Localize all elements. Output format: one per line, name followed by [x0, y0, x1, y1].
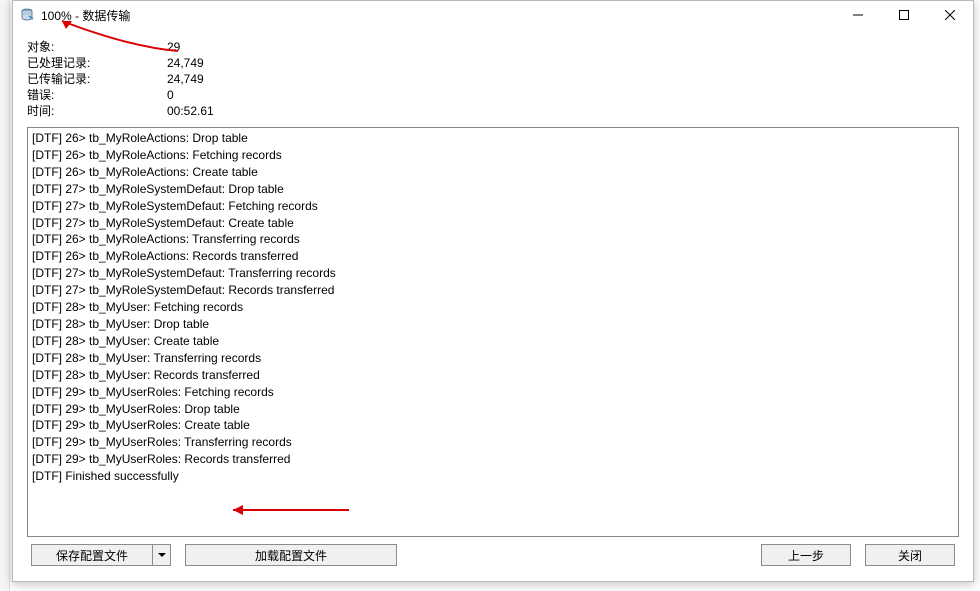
window-title: 100% - 数据传输 — [41, 7, 835, 24]
time-label: 时间: — [27, 103, 167, 119]
load-profile-button[interactable]: 加载配置文件 — [185, 544, 397, 566]
log-line: [DTF] 29> tb_MyUserRoles: Transferring r… — [32, 434, 954, 451]
log-line: [DTF] 28> tb_MyUser: Drop table — [32, 316, 954, 333]
save-profile-dropdown-icon[interactable] — [152, 545, 170, 565]
log-line: [DTF] 27> tb_MyRoleSystemDefaut: Drop ta… — [32, 181, 954, 198]
log-line: [DTF] 26> tb_MyRoleActions: Drop table — [32, 130, 954, 147]
save-profile-button[interactable]: 保存配置文件 — [31, 544, 171, 566]
window-controls — [835, 1, 973, 29]
stats-row-time: 时间: 00:52.61 — [27, 103, 959, 119]
stats-row-transferred: 已传输记录: 24,749 — [27, 71, 959, 87]
log-line: [DTF] 27> tb_MyRoleSystemDefaut: Records… — [32, 282, 954, 299]
transferred-value: 24,749 — [167, 71, 204, 87]
previous-button[interactable]: 上一步 — [761, 544, 851, 566]
log-line: [DTF] 28> tb_MyUser: Transferring record… — [32, 350, 954, 367]
log-line: [DTF] 27> tb_MyRoleSystemDefaut: Fetchin… — [32, 198, 954, 215]
button-bar: 保存配置文件 加载配置文件 上一步 关闭 — [27, 537, 959, 573]
log-line: [DTF] 29> tb_MyUserRoles: Records transf… — [32, 451, 954, 468]
log-line: [DTF] Finished successfully — [32, 468, 954, 485]
log-line: [DTF] 26> tb_MyRoleActions: Transferring… — [32, 231, 954, 248]
log-line: [DTF] 28> tb_MyUser: Create table — [32, 333, 954, 350]
close-dialog-button[interactable]: 关闭 — [865, 544, 955, 566]
log-textarea[interactable]: [DTF] 26> tb_MyRoleActions: Drop table[D… — [27, 127, 959, 537]
transferred-label: 已传输记录: — [27, 71, 167, 87]
stats-row-errors: 错误: 0 — [27, 87, 959, 103]
stats-row-objects: 对象: 29 — [27, 39, 959, 55]
stats-row-processed: 已处理记录: 24,749 — [27, 55, 959, 71]
processed-value: 24,749 — [167, 55, 204, 71]
errors-value: 0 — [167, 87, 174, 103]
log-line: [DTF] 28> tb_MyUser: Fetching records — [32, 299, 954, 316]
close-button[interactable] — [927, 1, 973, 29]
log-line: [DTF] 26> tb_MyRoleActions: Fetching rec… — [32, 147, 954, 164]
log-line: [DTF] 26> tb_MyRoleActions: Records tran… — [32, 248, 954, 265]
background-strip — [0, 0, 10, 591]
time-value: 00:52.61 — [167, 103, 214, 119]
app-icon — [19, 7, 35, 23]
log-line: [DTF] 29> tb_MyUserRoles: Fetching recor… — [32, 384, 954, 401]
previous-label: 上一步 — [788, 547, 824, 564]
stats-panel: 对象: 29 已处理记录: 24,749 已传输记录: 24,749 错误: 0… — [27, 39, 959, 119]
log-line: [DTF] 27> tb_MyRoleSystemDefaut: Create … — [32, 215, 954, 232]
load-profile-label: 加载配置文件 — [255, 547, 327, 564]
log-line: [DTF] 28> tb_MyUser: Records transferred — [32, 367, 954, 384]
log-line: [DTF] 26> tb_MyRoleActions: Create table — [32, 164, 954, 181]
minimize-button[interactable] — [835, 1, 881, 29]
log-line: [DTF] 27> tb_MyRoleSystemDefaut: Transfe… — [32, 265, 954, 282]
save-profile-label: 保存配置文件 — [56, 547, 128, 564]
errors-label: 错误: — [27, 87, 167, 103]
objects-value: 29 — [167, 39, 180, 55]
maximize-button[interactable] — [881, 1, 927, 29]
content-area: 对象: 29 已处理记录: 24,749 已传输记录: 24,749 错误: 0… — [13, 29, 973, 581]
log-line: [DTF] 29> tb_MyUserRoles: Create table — [32, 417, 954, 434]
log-line: [DTF] 29> tb_MyUserRoles: Drop table — [32, 401, 954, 418]
processed-label: 已处理记录: — [27, 55, 167, 71]
objects-label: 对象: — [27, 39, 167, 55]
dialog-window: 100% - 数据传输 对象: 29 已处理记录: 24,749 已 — [12, 0, 974, 582]
close-dialog-label: 关闭 — [898, 547, 922, 564]
titlebar[interactable]: 100% - 数据传输 — [13, 1, 973, 29]
